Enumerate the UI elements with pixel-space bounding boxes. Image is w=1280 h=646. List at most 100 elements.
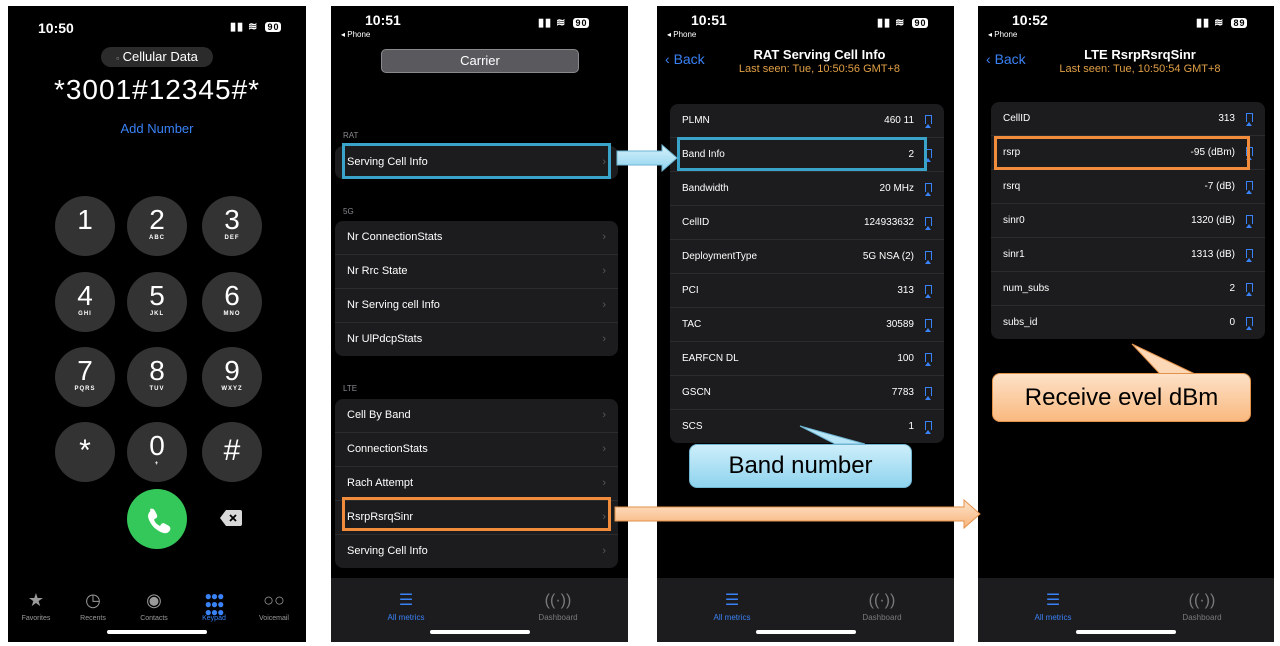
metric-row-rsrq: rsrq -7 (dB)	[991, 170, 1265, 204]
metric-row-sinr0: sinr0 1320 (dB)	[991, 204, 1265, 238]
key-star[interactable]: *	[55, 422, 115, 482]
metric-value: 313	[897, 285, 914, 296]
metric-name: CellID	[1003, 113, 1031, 124]
wifi-icon: ≋	[556, 17, 567, 29]
bookmark-icon[interactable]	[1246, 181, 1253, 194]
menu-item-connectionstats[interactable]: ConnectionStats ›	[335, 433, 618, 467]
key-5[interactable]: 5 JKL	[127, 272, 187, 332]
home-indicator	[1076, 630, 1176, 634]
wifi-icon: ≋	[248, 21, 259, 33]
key-digit: 8	[149, 355, 165, 386]
call-button[interactable]	[127, 489, 187, 549]
tab-keypad[interactable]: ●●● ●●● ●●● Keypad	[186, 588, 242, 622]
bookmark-icon[interactable]	[925, 353, 932, 366]
keypad-icon: ●●● ●●● ●●●	[204, 589, 225, 619]
bookmark-icon[interactable]	[925, 115, 932, 128]
tab-label: Dashboard	[862, 613, 902, 622]
menu-item-nr-serving-cell-info[interactable]: Nr Serving cell Info ›	[335, 289, 618, 323]
menu-item-lte-serving-cell-info[interactable]: Serving Cell Info ›	[335, 535, 618, 568]
bookmark-icon[interactable]	[925, 285, 932, 298]
tab-recents[interactable]: ◷ Recents	[65, 588, 121, 622]
key-3[interactable]: 3 DEF	[202, 196, 262, 256]
bookmark-icon[interactable]	[1246, 113, 1253, 126]
key-8[interactable]: 8 TUV	[127, 347, 187, 407]
bookmark-icon[interactable]	[925, 319, 932, 332]
back-to-phone[interactable]: ◂ Phone	[341, 30, 370, 39]
tab-label: All metrics	[387, 613, 425, 622]
tab-dashboard[interactable]: ((·)) Dashboard	[1157, 592, 1247, 622]
key-digit: 2	[149, 204, 165, 235]
contact-icon: ◉	[146, 590, 162, 610]
key-0[interactable]: 0 +	[127, 422, 187, 482]
tab-label: Favorites	[21, 615, 51, 622]
signal-icon: ▮▮	[230, 21, 245, 33]
back-to-phone[interactable]: ◂ Phone	[988, 30, 1017, 39]
tab-voicemail[interactable]: ○○ Voicemail	[246, 588, 302, 622]
chevron-right-icon: ›	[602, 299, 606, 311]
home-indicator	[755, 630, 856, 634]
tab-favorites[interactable]: ★ Favorites	[8, 588, 64, 622]
bookmark-icon[interactable]	[925, 217, 932, 230]
battery-icon: 90	[912, 18, 929, 28]
menu-item-nr-rrc-state[interactable]: Nr Rrc State ›	[335, 255, 618, 289]
metric-row-pci: PCI 313	[670, 274, 944, 308]
bookmark-icon[interactable]	[1246, 317, 1253, 330]
page-title: RAT Serving Cell Info	[753, 47, 886, 62]
highlight-rsrp	[994, 136, 1250, 170]
bookmark-icon[interactable]	[925, 421, 932, 434]
delete-button[interactable]	[220, 509, 242, 527]
section-header-lte: LTE	[343, 384, 358, 393]
tab-label: All metrics	[1034, 613, 1072, 622]
metric-value: 1320 (dB)	[1191, 215, 1235, 226]
menu-item-label: Cell By Band	[347, 409, 411, 421]
tab-all-metrics[interactable]: ☰ All metrics	[687, 592, 777, 622]
tab-dashboard[interactable]: ((·)) Dashboard	[513, 592, 603, 622]
tab-label: Keypad	[202, 615, 226, 622]
metric-value: 313	[1218, 113, 1235, 124]
bookmark-icon[interactable]	[925, 387, 932, 400]
list-icon: ☰	[398, 592, 414, 609]
key-letters: WXYZ	[221, 386, 243, 392]
key-7[interactable]: 7 PQRS	[55, 347, 115, 407]
chevron-right-icon: ›	[602, 545, 606, 557]
metric-value: 5G NSA (2)	[862, 251, 914, 262]
bookmark-icon[interactable]	[1246, 249, 1253, 262]
menu-item-nr-ulpdcpstats[interactable]: Nr UlPdcpStats ›	[335, 323, 618, 356]
tab-all-metrics[interactable]: ☰ All metrics	[361, 592, 451, 622]
tab-all-metrics[interactable]: ☰ All metrics	[1008, 592, 1098, 622]
key-9[interactable]: 9 WXYZ	[202, 347, 262, 407]
menu-item-rach-attempt[interactable]: Rach Attempt ›	[335, 467, 618, 501]
section-header-rat: RAT	[343, 131, 359, 140]
menu-item-cell-by-band[interactable]: Cell By Band ›	[335, 399, 618, 433]
bookmark-icon[interactable]	[1246, 283, 1253, 296]
key-4[interactable]: 4 GHI	[55, 272, 115, 332]
backspace-icon	[220, 510, 242, 526]
key-1[interactable]: 1	[55, 196, 115, 256]
metric-name: Bandwidth	[682, 183, 729, 194]
carrier-selector[interactable]: Carrier	[381, 49, 579, 73]
metric-name: GSCN	[682, 387, 711, 398]
menu-item-nr-connectionstats[interactable]: Nr ConnectionStats ›	[335, 221, 618, 255]
metric-value: 7783	[891, 387, 914, 398]
key-hash[interactable]: #	[202, 422, 262, 482]
chevron-right-icon: ›	[602, 409, 606, 421]
bookmark-icon[interactable]	[925, 183, 932, 196]
home-indicator	[429, 630, 530, 634]
metric-value: 0	[1229, 317, 1235, 328]
home-indicator	[107, 630, 207, 634]
bookmark-icon[interactable]	[925, 251, 932, 264]
tab-dashboard[interactable]: ((·)) Dashboard	[837, 592, 927, 622]
metric-value: 460 11	[884, 115, 914, 126]
key-letters: PQRS	[74, 386, 96, 392]
tab-contacts[interactable]: ◉ Contacts	[126, 588, 182, 622]
cellular-data-selector[interactable]: ▫ Cellular Data	[101, 47, 213, 67]
key-digit: 0	[149, 430, 165, 461]
back-to-phone[interactable]: ◂ Phone	[667, 30, 696, 39]
key-6[interactable]: 6 MNO	[202, 272, 262, 332]
add-number-link[interactable]: Add Number	[8, 121, 306, 136]
bookmark-icon[interactable]	[1246, 215, 1253, 228]
metric-name: SCS	[682, 421, 703, 432]
menu-item-label: Nr ConnectionStats	[347, 231, 443, 243]
callout-band-number: Band number	[689, 444, 912, 488]
key-2[interactable]: 2 ABC	[127, 196, 187, 256]
